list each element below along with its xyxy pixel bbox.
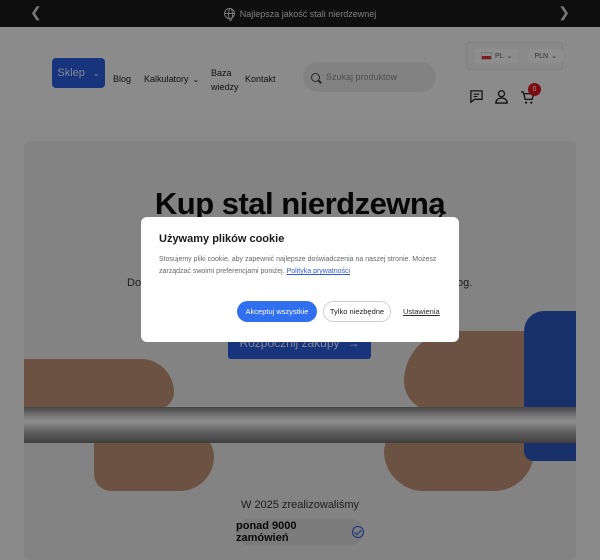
cookie-dialog-text: Stosujemy pliki cookie, aby zapewnić naj… <box>159 254 441 278</box>
cookie-dialog-title: Używamy plików cookie <box>159 233 285 245</box>
necessary-only-button[interactable]: Tylko niezbędne <box>323 301 391 322</box>
privacy-policy-link[interactable]: Polityka prywatności <box>287 268 350 275</box>
cookie-settings-link[interactable]: Ustawienia <box>403 307 440 316</box>
accept-all-button[interactable]: Akceptuj wszystkie <box>237 301 317 322</box>
cookie-consent-dialog: Używamy plików cookie Stosujemy pliki co… <box>141 217 459 342</box>
cookie-dialog-actions: Akceptuj wszystkie Tylko niezbędne Ustaw… <box>237 301 440 322</box>
